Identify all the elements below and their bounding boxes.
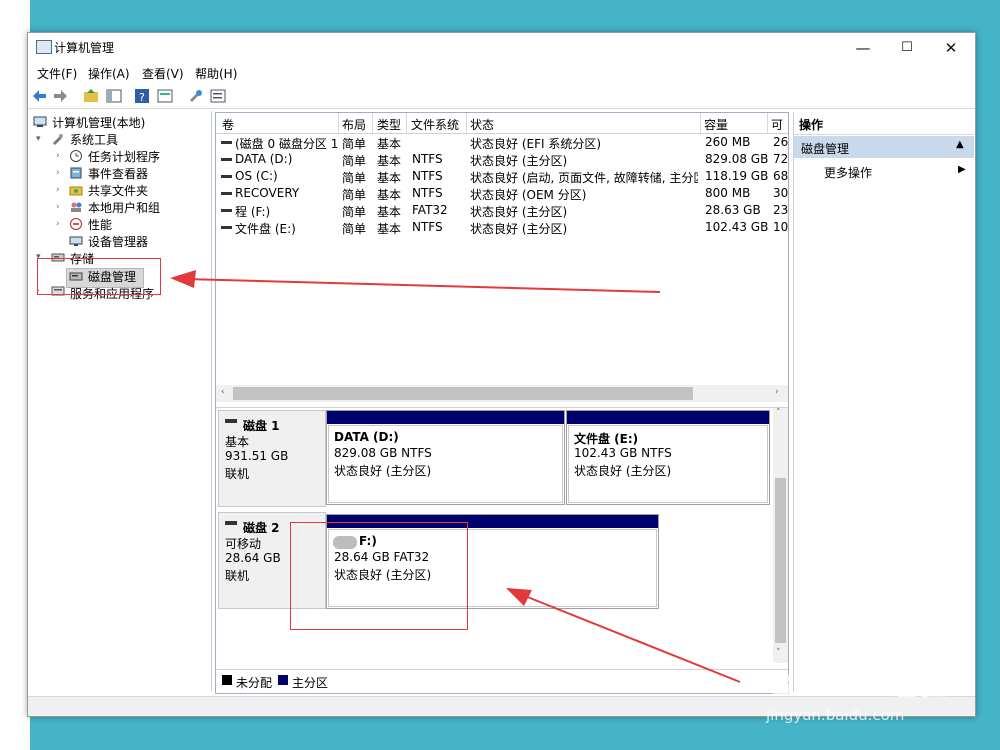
annotation-arrow-line-1	[184, 278, 661, 293]
baidu-watermark-logo: Bai du 经验	[770, 668, 948, 703]
annotation-arrows	[170, 270, 741, 683]
annotation-arrowhead-1	[170, 270, 196, 288]
annotation-arrowhead-2	[506, 588, 532, 606]
baidu-watermark-url: jingyan.baidu.com	[766, 706, 905, 724]
annotation-arrow-line-2	[519, 593, 741, 683]
